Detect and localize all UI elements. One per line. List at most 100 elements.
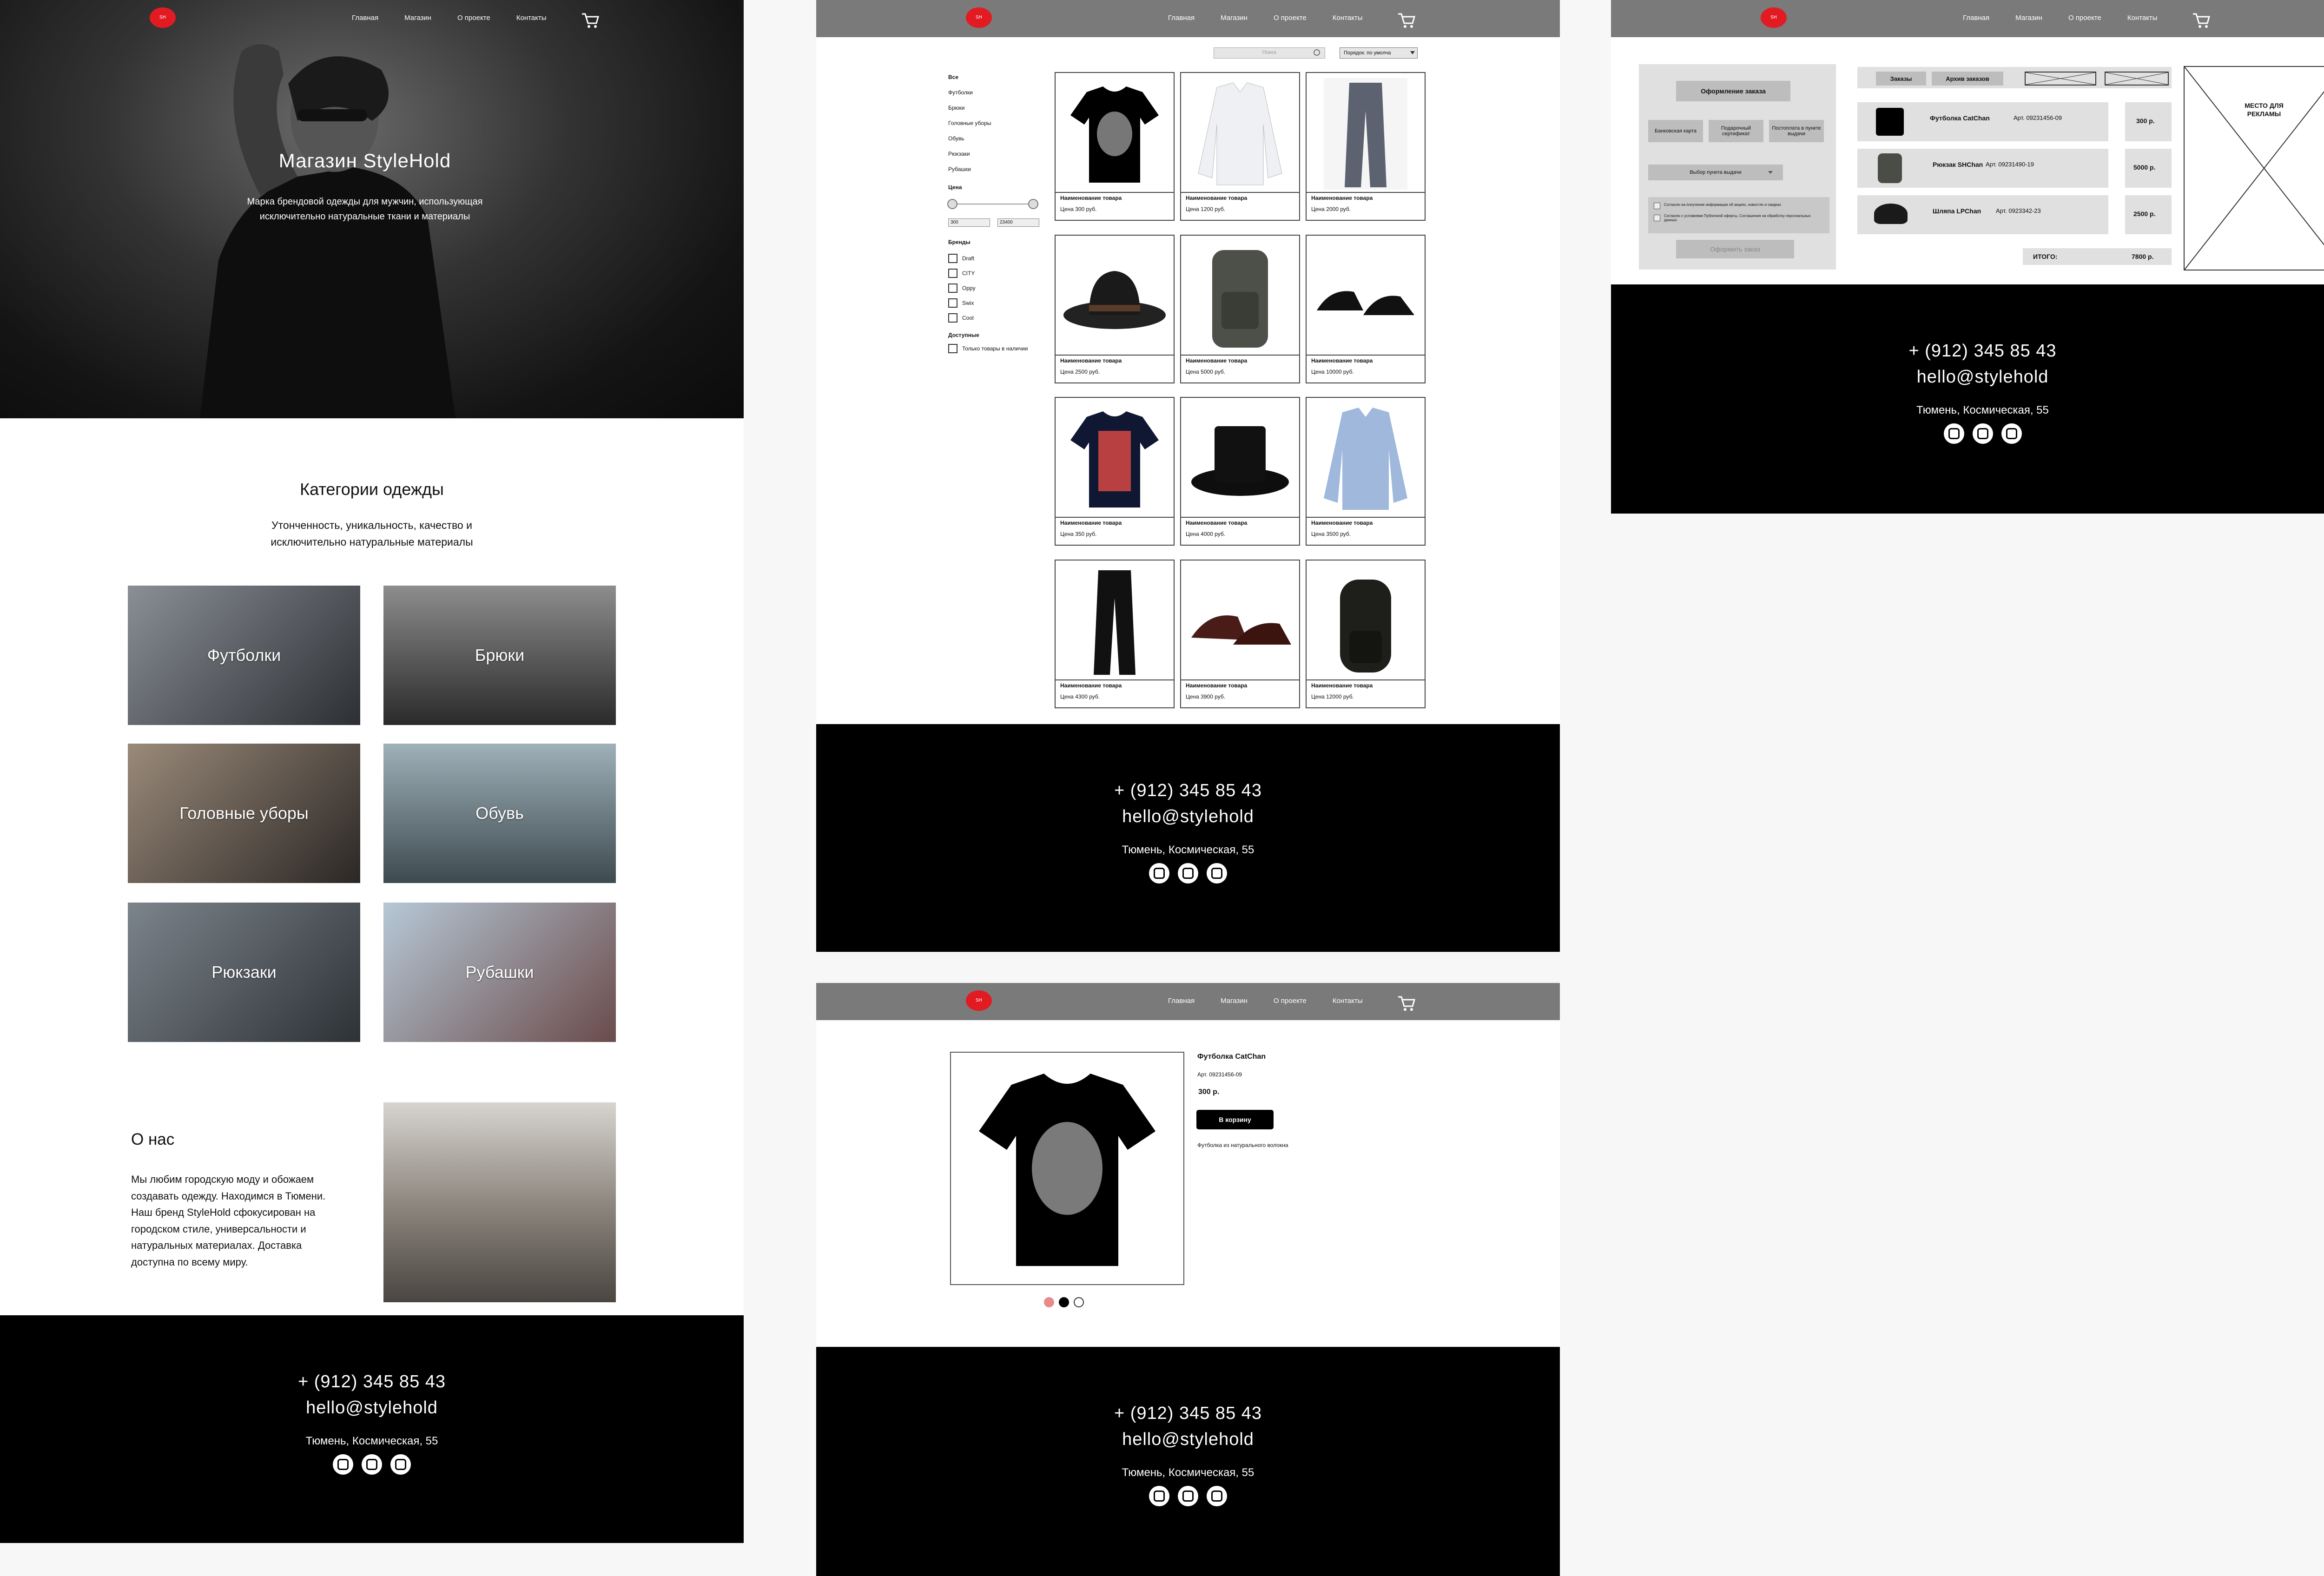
telegram-icon[interactable] <box>1207 863 1227 884</box>
sort-select[interactable]: Порядок: по умолча <box>1340 47 1418 59</box>
product-card[interactable]: Наименование товара Цена 3500 руб. <box>1306 397 1426 546</box>
product-card[interactable]: Наименование товара Цена 2500 руб. <box>1055 235 1175 383</box>
cart-icon[interactable] <box>581 12 600 29</box>
price-max-input[interactable]: 23400 <box>997 218 1039 227</box>
nav-about[interactable]: О проекте <box>1274 14 1307 22</box>
carousel-dot-active[interactable] <box>1059 1297 1069 1307</box>
filter-category[interactable]: Рубашки <box>948 162 1055 177</box>
nav-home[interactable]: Главная <box>1963 14 1989 22</box>
filter-category[interactable]: Головные уборы <box>948 116 1055 131</box>
nav-about[interactable]: О проекте <box>457 14 490 22</box>
footer-email[interactable]: hello@stylehold <box>0 1395 744 1421</box>
brand-checkbox[interactable]: Swix <box>948 296 976 310</box>
product-card[interactable]: Наименование товара Цена 2000 руб. <box>1306 72 1426 221</box>
footer-phone[interactable]: + (912) 345 85 43 <box>816 1400 1560 1426</box>
brand-label: Oppy <box>962 285 976 291</box>
nav-shop[interactable]: Магазин <box>1221 997 1248 1005</box>
consent-checkbox[interactable] <box>1654 215 1660 221</box>
search-input[interactable]: Поиск <box>1214 47 1325 59</box>
category-shoes[interactable]: Обувь <box>383 744 616 883</box>
category-hats[interactable]: Головные уборы <box>128 744 360 883</box>
add-to-cart-button[interactable]: В корзину <box>1196 1110 1274 1129</box>
telegram-icon[interactable] <box>2001 423 2022 444</box>
footer-email[interactable]: hello@stylehold <box>816 1426 1560 1452</box>
cart-icon[interactable] <box>1397 995 1416 1012</box>
nav-about[interactable]: О проекте <box>1274 997 1307 1005</box>
nav-about[interactable]: О проекте <box>2068 14 2101 22</box>
vk-icon[interactable] <box>1178 1486 1198 1506</box>
cart-icon[interactable] <box>2192 12 2211 29</box>
brand-checkbox[interactable]: CITY <box>948 266 976 281</box>
product-card[interactable]: Наименование товара Цена 10000 руб. <box>1306 235 1426 383</box>
category-tshirts[interactable]: Футболки <box>128 586 360 725</box>
nav-shop[interactable]: Магазин <box>2015 14 2042 22</box>
filter-category[interactable]: Брюки <box>948 100 1055 116</box>
product-card[interactable]: Наименование товара Цена 1200 руб. <box>1180 72 1300 221</box>
nav-contacts[interactable]: Контакты <box>2127 14 2158 22</box>
instagram-icon[interactable] <box>1149 863 1169 884</box>
logo-icon[interactable]: SH <box>150 7 176 28</box>
product-card[interactable]: Наименование товара Цена 4000 руб. <box>1180 397 1300 546</box>
availability-checkbox[interactable]: Только товары в наличии <box>948 341 1028 356</box>
filter-category[interactable]: Обувь <box>948 131 1055 146</box>
product-card[interactable]: Наименование товара Цена 5000 руб. <box>1180 235 1300 383</box>
telegram-icon[interactable] <box>390 1454 411 1475</box>
price-slider-handle-min[interactable] <box>947 199 957 209</box>
product-card[interactable]: Наименование товара Цена 12000 руб. <box>1306 560 1426 708</box>
brand-checkbox[interactable]: Cool <box>948 310 976 325</box>
category-shirts[interactable]: Рубашки <box>383 903 616 1042</box>
filter-category[interactable]: Рюкзаки <box>948 146 1055 162</box>
pay-card-option[interactable]: Банковская карта <box>1648 120 1703 142</box>
product-card[interactable]: Наименование товара Цена 350 руб. <box>1055 397 1175 546</box>
footer-email[interactable]: hello@stylehold <box>1611 364 2324 390</box>
consent-checkbox[interactable] <box>1654 203 1660 209</box>
cart-icon[interactable] <box>1397 12 1416 29</box>
nav-home[interactable]: Главная <box>1168 997 1195 1005</box>
nav-contacts[interactable]: Контакты <box>1333 997 1363 1005</box>
telegram-icon[interactable] <box>1207 1486 1227 1506</box>
nav-contacts[interactable]: Контакты <box>1333 14 1363 22</box>
filter-category-all[interactable]: Все <box>948 70 1055 85</box>
vk-icon[interactable] <box>362 1454 382 1475</box>
tab-placeholder[interactable] <box>2105 72 2169 86</box>
footer-phone[interactable]: + (912) 345 85 43 <box>816 778 1560 804</box>
price-min-input[interactable]: 300 <box>948 218 990 227</box>
submit-order-button[interactable]: Оформить заказ <box>1676 240 1794 258</box>
tab-orders[interactable]: Заказы <box>1876 72 1926 86</box>
price-slider-handle-max[interactable] <box>1028 199 1038 209</box>
nav-contacts[interactable]: Контакты <box>516 14 547 22</box>
logo-icon[interactable]: SH <box>966 990 992 1011</box>
pickup-select[interactable]: Выбор пункта выдачи <box>1648 165 1783 180</box>
instagram-icon[interactable] <box>333 1454 353 1475</box>
category-backpacks[interactable]: Рюкзаки <box>128 903 360 1042</box>
nav-shop[interactable]: Магазин <box>1221 14 1248 22</box>
footer-phone[interactable]: + (912) 345 85 43 <box>1611 338 2324 364</box>
logo-icon[interactable]: SH <box>966 7 992 28</box>
pay-postpay-option[interactable]: Постоплата в пункте выдачи <box>1769 120 1824 142</box>
tab-placeholder[interactable] <box>2025 72 2096 86</box>
brands-label: Бренды <box>948 239 971 245</box>
product-card[interactable]: Наименование товара Цена 4300 руб. <box>1055 560 1175 708</box>
shop-page: SH Главная Магазин О проекте Контакты По… <box>816 0 1560 952</box>
filter-category[interactable]: Футболки <box>948 85 1055 100</box>
nav-home[interactable]: Главная <box>352 14 378 22</box>
instagram-icon[interactable] <box>1943 423 1964 444</box>
logo-icon[interactable]: SH <box>1761 7 1787 28</box>
pay-certificate-option[interactable]: Подарочный сертификат <box>1709 120 1763 142</box>
nav-home[interactable]: Главная <box>1168 14 1195 22</box>
brand-checkbox[interactable]: Oppy <box>948 281 976 296</box>
carousel-dot[interactable] <box>1074 1297 1084 1307</box>
vk-icon[interactable] <box>1178 863 1198 884</box>
footer-email[interactable]: hello@stylehold <box>816 804 1560 830</box>
search-icon[interactable] <box>1314 49 1320 56</box>
footer-phone[interactable]: + (912) 345 85 43 <box>0 1369 744 1395</box>
nav-shop[interactable]: Магазин <box>404 14 431 22</box>
vk-icon[interactable] <box>1972 423 1993 444</box>
tab-archive[interactable]: Архив заказов <box>1932 72 2003 86</box>
product-card[interactable]: Наименование товара Цена 3900 руб. <box>1180 560 1300 708</box>
brand-checkbox[interactable]: Draft <box>948 251 976 266</box>
product-card[interactable]: Наименование товара Цена 300 руб. <box>1055 72 1175 221</box>
instagram-icon[interactable] <box>1149 1486 1169 1506</box>
carousel-dot[interactable] <box>1044 1297 1054 1307</box>
category-trousers[interactable]: Брюки <box>383 586 616 725</box>
